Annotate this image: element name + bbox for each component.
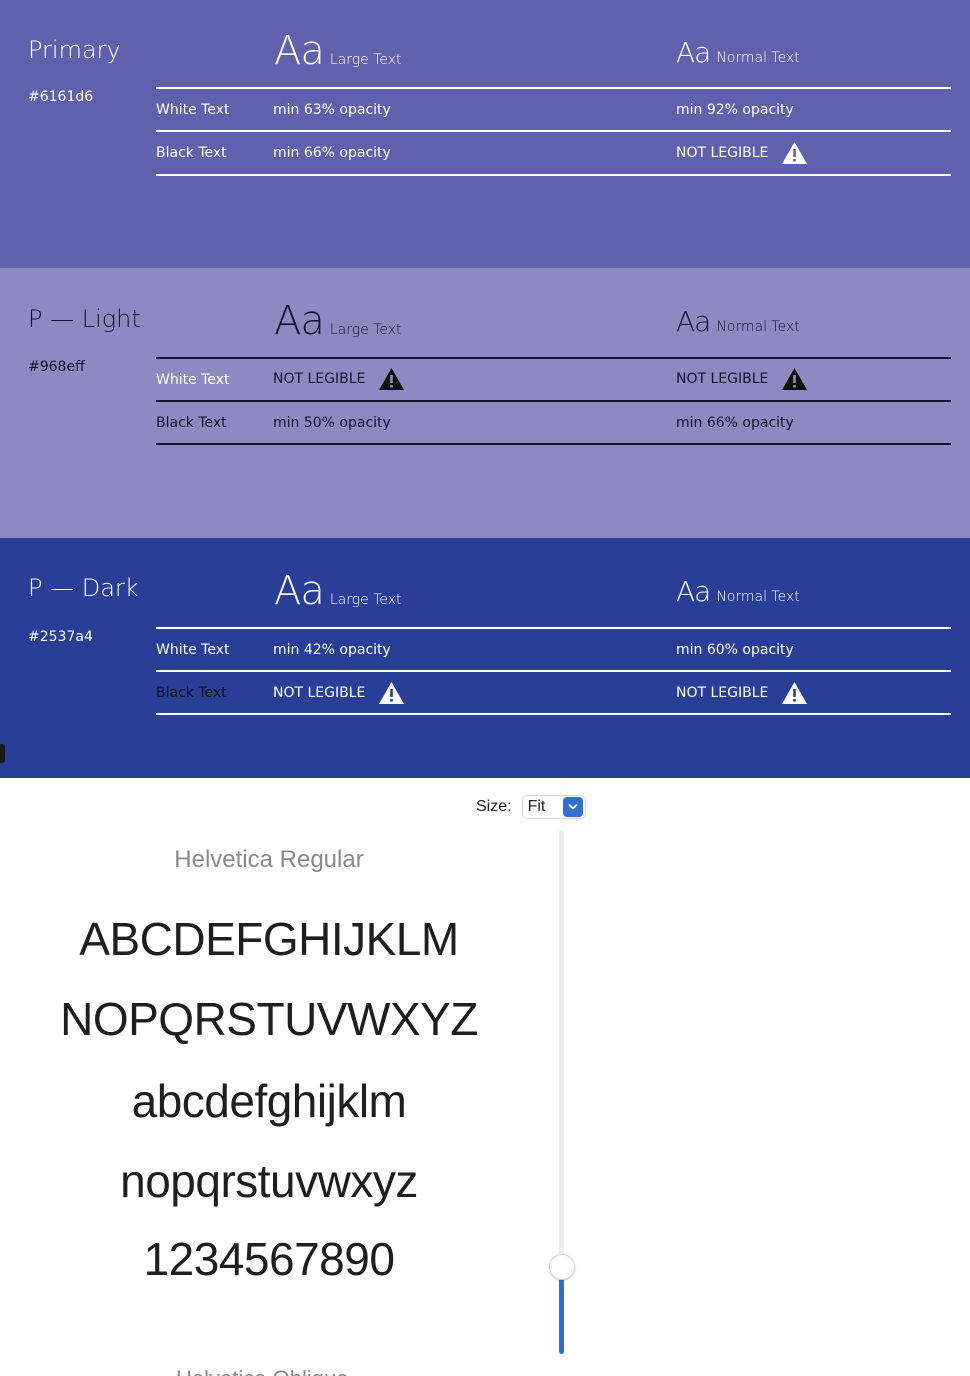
palette-hex: #2537a4 — [28, 629, 93, 645]
black-normal-result: NOT LEGIBLE — [676, 681, 808, 705]
white-text-row-label: White Text — [156, 372, 230, 388]
warning-icon — [782, 142, 808, 164]
palette-hex: #968eff — [28, 359, 85, 375]
white-large-result: min 42% opacity — [273, 642, 391, 658]
divider — [156, 670, 951, 672]
palette-dark: P — Dark #2537a4 Aa Large Text Aa Normal T… — [0, 538, 970, 778]
sample-uppercase-2: NOPQRSTUVWXYZ — [60, 993, 478, 1045]
palette-hex: #6161d6 — [28, 89, 94, 105]
warning-icon — [782, 368, 808, 390]
black-large-result: NOT LEGIBLE — [273, 681, 405, 705]
aa-glyph: Aa — [676, 36, 711, 69]
divider — [156, 174, 951, 176]
divider — [156, 357, 951, 359]
aa-glyph: Aa — [274, 298, 325, 344]
normal-text-sample: Aa Normal Text — [676, 36, 800, 69]
black-text-row-label: Black Text — [156, 415, 227, 431]
white-normal-result: min 92% opacity — [676, 102, 794, 118]
chevron-down-icon — [562, 797, 583, 817]
sample-digits: 1234567890 — [143, 1233, 395, 1285]
aa-glyph: Aa — [676, 305, 711, 338]
palette-name: P — Dark — [28, 574, 139, 602]
large-text-sample: Aa Large Text — [274, 298, 402, 344]
black-text-row-label: Black Text — [156, 685, 227, 701]
white-normal-result: NOT LEGIBLE — [676, 367, 808, 391]
palette-name: P — Light — [28, 305, 141, 333]
aa-glyph: Aa — [676, 575, 711, 608]
normal-text-label: Normal Text — [716, 50, 800, 66]
large-text-label: Large Text — [329, 322, 402, 338]
size-slider-fill — [559, 1278, 564, 1354]
black-normal-result: min 66% opacity — [676, 415, 794, 431]
size-control: Size: Fit — [476, 795, 586, 819]
next-font-name: Helvetica Oblique — [176, 1366, 348, 1376]
normal-text-sample: Aa Normal Text — [676, 575, 800, 608]
white-large-result: NOT LEGIBLE — [273, 367, 405, 391]
divider — [156, 130, 951, 132]
warning-icon — [379, 682, 405, 704]
divider — [156, 400, 951, 402]
black-normal-result: NOT LEGIBLE — [676, 141, 808, 165]
black-text-row-label: Black Text — [156, 145, 227, 161]
sample-lowercase-2: nopqrstuvwxyz — [120, 1155, 418, 1207]
white-text-row-label: White Text — [156, 102, 230, 118]
size-slider-thumb[interactable] — [549, 1254, 575, 1280]
size-label: Size: — [476, 798, 512, 815]
sample-lowercase-1: abcdefghijklm — [131, 1075, 407, 1127]
palette-light: P — Light #968eff Aa Large Text Aa Normal … — [0, 268, 970, 538]
size-value: Fit — [527, 798, 546, 815]
aa-glyph: Aa — [274, 568, 325, 614]
divider — [156, 627, 951, 629]
aa-glyph: Aa — [274, 28, 325, 74]
palette-name: Primary — [28, 36, 121, 64]
divider — [156, 713, 951, 715]
divider — [156, 443, 951, 445]
divider — [156, 87, 951, 89]
normal-text-label: Normal Text — [716, 589, 800, 605]
white-large-result: min 63% opacity — [273, 102, 391, 118]
normal-text-sample: Aa Normal Text — [676, 305, 800, 338]
warning-icon — [379, 368, 405, 390]
black-large-result: min 66% opacity — [273, 145, 391, 161]
large-text-label: Large Text — [329, 52, 402, 68]
large-text-label: Large Text — [329, 592, 402, 608]
white-normal-result: min 60% opacity — [676, 642, 794, 658]
warning-icon — [782, 682, 808, 704]
font-name: Helvetica Regular — [174, 846, 364, 873]
white-text-row-label: White Text — [156, 642, 230, 658]
black-large-result: min 50% opacity — [273, 415, 391, 431]
sample-uppercase-1: ABCDEFGHIJKLM — [79, 913, 459, 965]
normal-text-label: Normal Text — [716, 319, 800, 335]
edge-handle[interactable] — [0, 744, 5, 763]
large-text-sample: Aa Large Text — [274, 28, 402, 74]
large-text-sample: Aa Large Text — [274, 568, 402, 614]
size-select[interactable]: Fit — [521, 795, 586, 819]
palette-primary: Primary #6161d6 Aa Large Text Aa Normal Te… — [0, 0, 970, 268]
